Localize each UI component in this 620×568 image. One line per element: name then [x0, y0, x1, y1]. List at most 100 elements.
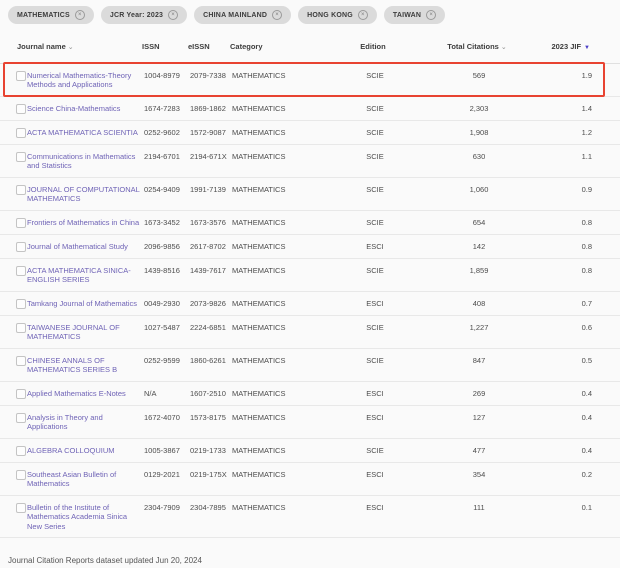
- category-cell: MATHEMATICS: [232, 104, 334, 114]
- eissn-cell: 2224-6851: [190, 323, 232, 333]
- table-row: Frontiers of Mathematics in China 1673-3…: [0, 211, 620, 235]
- filter-chip-jcr-year-2023[interactable]: JCR Year: 2023 ×: [101, 6, 187, 24]
- chip-close-icon[interactable]: ×: [168, 10, 178, 20]
- row-checkbox[interactable]: [16, 470, 26, 480]
- table-row: Bulletin of the Institute of Mathematics…: [0, 496, 620, 539]
- column-header-2023-jif[interactable]: 2023 JIF▼: [540, 42, 590, 54]
- column-header-edition: Edition: [332, 42, 414, 52]
- row-checkbox[interactable]: [16, 71, 26, 81]
- issn-cell: 1439-8516: [144, 266, 190, 276]
- row-checkbox[interactable]: [16, 185, 26, 195]
- column-header-total-citations[interactable]: Total Citations⌄: [414, 42, 540, 53]
- column-header-issn: ISSN: [142, 42, 188, 52]
- chip-close-icon[interactable]: ×: [272, 10, 282, 20]
- journal-name-link[interactable]: Frontiers of Mathematics in China: [27, 218, 142, 228]
- journal-name-link[interactable]: Science China-Mathematics: [27, 104, 142, 114]
- jif-cell: 0.4: [542, 389, 592, 399]
- category-cell: MATHEMATICS: [232, 185, 334, 195]
- filter-chip-mathematics[interactable]: MATHEMATICS ×: [8, 6, 94, 24]
- edition-cell: SCIE: [334, 128, 416, 138]
- eissn-cell: 1860-6261: [190, 356, 232, 366]
- issn-cell: 0254-9409: [144, 185, 190, 195]
- issn-cell: 0252-9602: [144, 128, 190, 138]
- journal-name-link[interactable]: Analysis in Theory and Applications: [27, 413, 142, 432]
- issn-cell: 2096-9856: [144, 242, 190, 252]
- category-cell: MATHEMATICS: [232, 152, 334, 162]
- row-checkbox[interactable]: [16, 218, 26, 228]
- row-checkbox[interactable]: [16, 266, 26, 276]
- column-header-journal-name[interactable]: Journal name⌄: [17, 42, 142, 53]
- journal-name-link[interactable]: ACTA MATHEMATICA SCIENTIA: [27, 128, 142, 138]
- row-checkbox-cell: [0, 413, 27, 423]
- total-citations-cell: 630: [416, 152, 542, 162]
- total-citations-sort-icon[interactable]: ⌄: [501, 44, 507, 51]
- chip-close-icon[interactable]: ×: [75, 10, 85, 20]
- row-checkbox[interactable]: [16, 128, 26, 138]
- eissn-cell: 1572-9087: [190, 128, 232, 138]
- table-row: TAIWANESE JOURNAL OF MATHEMATICS 1027-54…: [0, 316, 620, 349]
- total-citations-cell: 408: [416, 299, 542, 309]
- row-checkbox[interactable]: [16, 389, 26, 399]
- category-cell: MATHEMATICS: [232, 389, 334, 399]
- journal-name-sort-icon[interactable]: ⌄: [68, 44, 74, 51]
- journal-name-link[interactable]: Numerical Mathematics-Theory Methods and…: [27, 71, 142, 90]
- filter-chip-taiwan[interactable]: TAIWAN ×: [384, 6, 445, 24]
- filter-chip-hong-kong[interactable]: HONG KONG ×: [298, 6, 377, 24]
- eissn-cell: 2194-671X: [190, 152, 232, 162]
- edition-cell: SCIE: [334, 356, 416, 366]
- edition-cell: ESCI: [334, 242, 416, 252]
- jif-cell: 1.2: [542, 128, 592, 138]
- table-row: JOURNAL OF COMPUTATIONAL MATHEMATICS 025…: [0, 178, 620, 211]
- journal-name-link[interactable]: Journal of Mathematical Study: [27, 242, 142, 252]
- edition-cell: ESCI: [334, 389, 416, 399]
- journal-name-link[interactable]: ALGEBRA COLLOQUIUM: [27, 446, 142, 456]
- row-checkbox[interactable]: [16, 323, 26, 333]
- row-checkbox[interactable]: [16, 299, 26, 309]
- total-citations-header-label: Total Citations: [447, 42, 499, 51]
- dataset-updated-note: Journal Citation Reports dataset updated…: [8, 556, 620, 565]
- row-checkbox[interactable]: [16, 152, 26, 162]
- journal-name-link[interactable]: TAIWANESE JOURNAL OF MATHEMATICS: [27, 323, 142, 342]
- eissn-cell: 1991-7139: [190, 185, 232, 195]
- journal-name-link[interactable]: JOURNAL OF COMPUTATIONAL MATHEMATICS: [27, 185, 142, 204]
- row-checkbox[interactable]: [16, 356, 26, 366]
- table-body: Numerical Mathematics-Theory Methods and…: [0, 64, 620, 539]
- journals-table: Journal name⌄ ISSN eISSN Category Editio…: [0, 34, 620, 538]
- journal-name-link[interactable]: Applied Mathematics E-Notes: [27, 389, 142, 399]
- journal-name-link[interactable]: CHINESE ANNALS OF MATHEMATICS SERIES B: [27, 356, 142, 375]
- total-citations-cell: 1,060: [416, 185, 542, 195]
- jif-header-label: 2023 JIF: [551, 42, 581, 51]
- row-checkbox-cell: [0, 446, 27, 456]
- table-row: ALGEBRA COLLOQUIUM 1005-3867 0219-1733 M…: [0, 439, 620, 463]
- row-checkbox-cell: [0, 503, 27, 513]
- category-cell: MATHEMATICS: [232, 242, 334, 252]
- issn-cell: 1674-7283: [144, 104, 190, 114]
- total-citations-cell: 477: [416, 446, 542, 456]
- category-cell: MATHEMATICS: [232, 413, 334, 423]
- row-checkbox[interactable]: [16, 104, 26, 114]
- jcr-journals-page: MATHEMATICS × JCR Year: 2023 × CHINA MAI…: [0, 0, 620, 568]
- jif-cell: 0.4: [542, 446, 592, 456]
- journal-name-link[interactable]: Bulletin of the Institute of Mathematics…: [27, 503, 142, 532]
- row-checkbox[interactable]: [16, 503, 26, 513]
- chip-close-icon[interactable]: ×: [426, 10, 436, 20]
- edition-cell: SCIE: [334, 152, 416, 162]
- row-checkbox[interactable]: [16, 446, 26, 456]
- issn-cell: N/A: [144, 389, 190, 399]
- jif-sort-descending-icon[interactable]: ▼: [584, 45, 590, 51]
- journal-name-link[interactable]: Communications in Mathematics and Statis…: [27, 152, 142, 171]
- filter-chip-china-mainland[interactable]: CHINA MAINLAND ×: [194, 6, 291, 24]
- edition-cell: SCIE: [334, 71, 416, 81]
- row-checkbox-cell: [0, 71, 27, 81]
- journal-name-link[interactable]: Southeast Asian Bulletin of Mathematics: [27, 470, 142, 489]
- chip-close-icon[interactable]: ×: [358, 10, 368, 20]
- journal-name-link[interactable]: ACTA MATHEMATICA SINICA-ENGLISH SERIES: [27, 266, 142, 285]
- row-checkbox[interactable]: [16, 413, 26, 423]
- jif-cell: 1.4: [542, 104, 592, 114]
- table-row: ACTA MATHEMATICA SINICA-ENGLISH SERIES 1…: [0, 259, 620, 292]
- jif-cell: 0.8: [542, 266, 592, 276]
- row-checkbox[interactable]: [16, 242, 26, 252]
- issn-cell: 1027-5487: [144, 323, 190, 333]
- row-checkbox-cell: [0, 323, 27, 333]
- journal-name-link[interactable]: Tamkang Journal of Mathematics: [27, 299, 142, 309]
